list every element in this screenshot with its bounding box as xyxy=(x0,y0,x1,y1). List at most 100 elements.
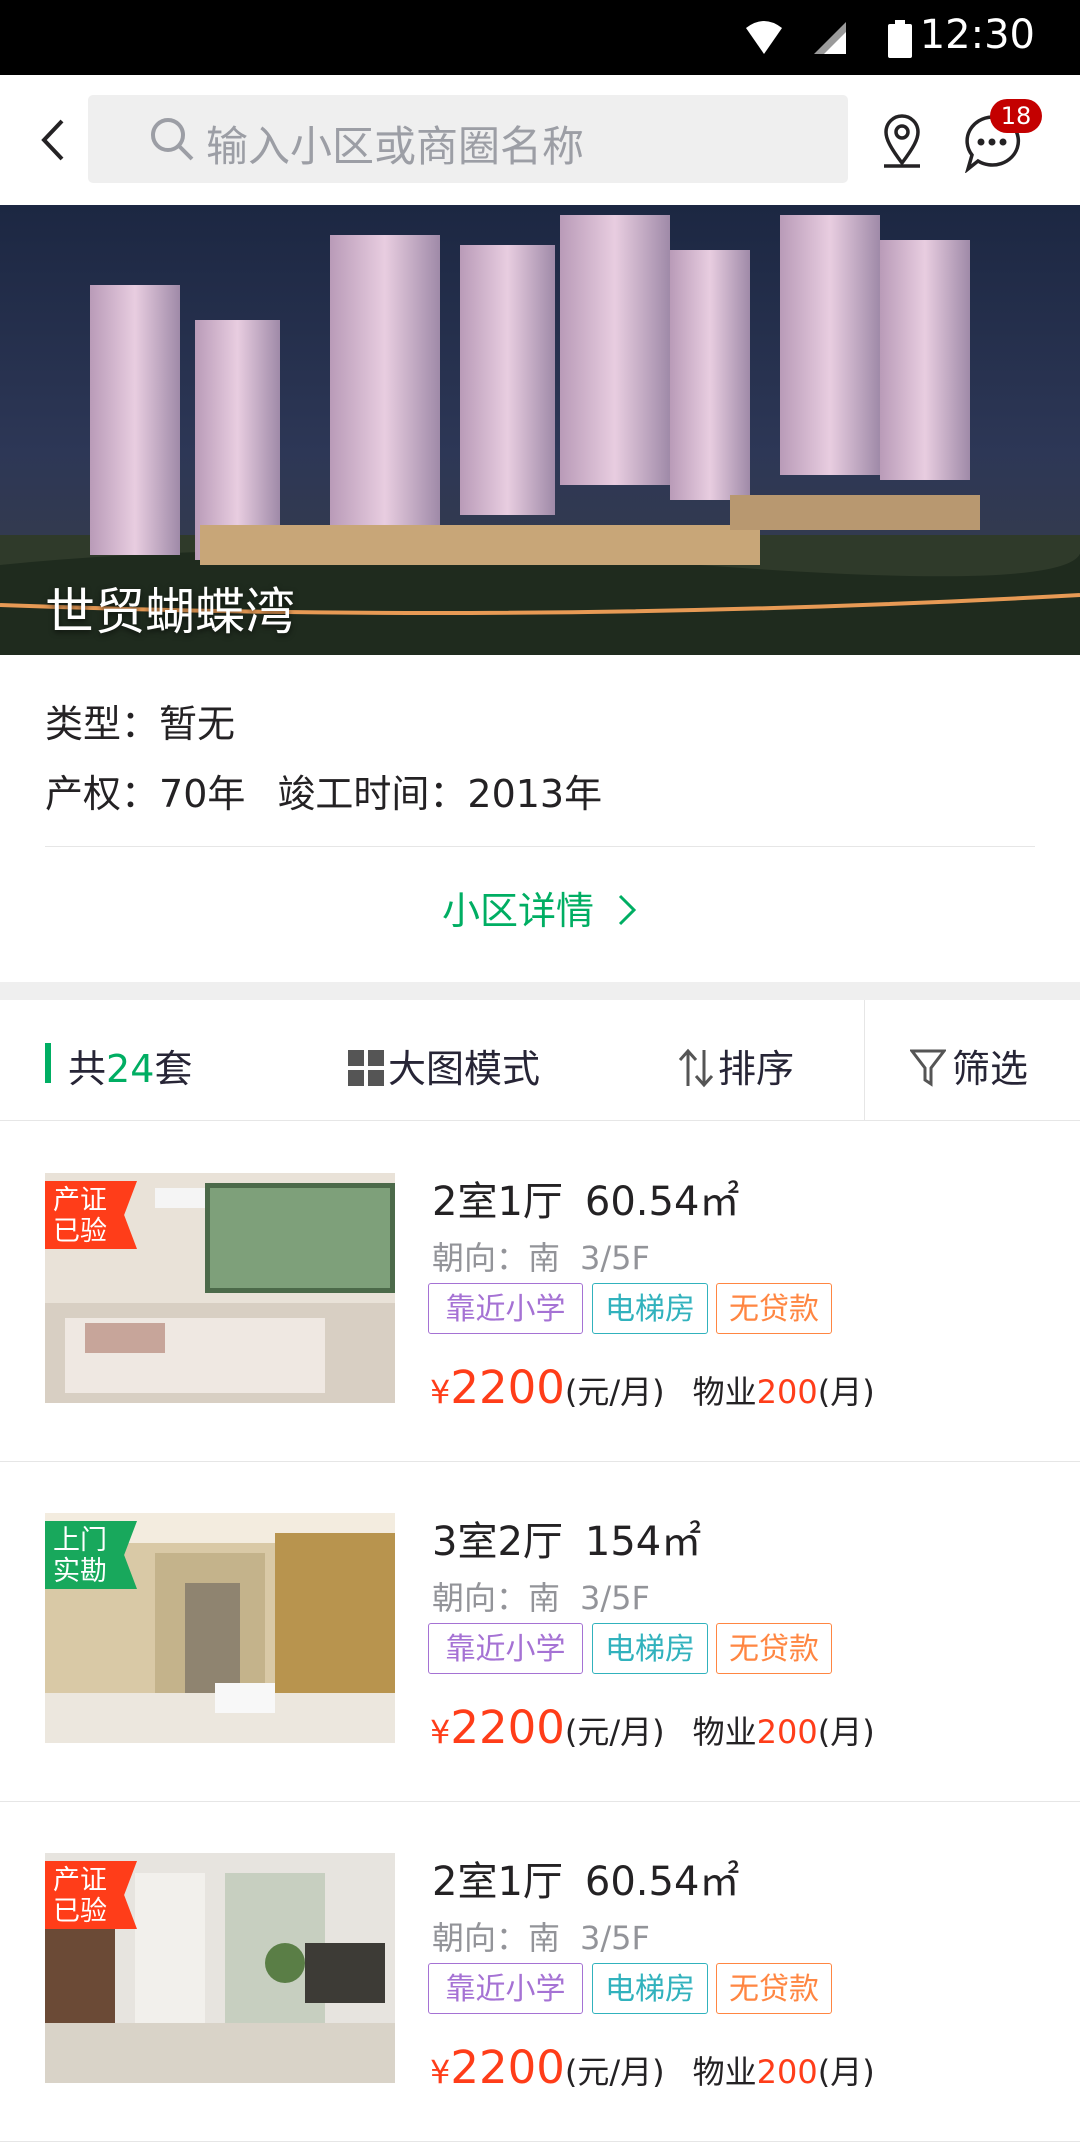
grid-icon xyxy=(348,1050,384,1086)
total-prefix: 共 xyxy=(68,1047,107,1091)
tag-near-school: 靠近小学 xyxy=(428,1283,583,1334)
tag-no-loan: 无贷款 xyxy=(716,1963,832,2014)
badge-text: 产证 已验 xyxy=(53,1865,107,1927)
tag-no-loan: 无贷款 xyxy=(716,1623,832,1674)
rights-label: 产权： xyxy=(45,772,160,816)
type-value: 暂无 xyxy=(159,702,236,746)
fee-value: 200 xyxy=(756,1373,818,1411)
listing-price: ¥2200(元/月) 物业200(月) xyxy=(430,2041,875,2094)
layout: 3室2厅 xyxy=(432,1519,563,1565)
clock: 12:30 xyxy=(919,12,1035,58)
top-bar: 输入小区或商圈名称 18 xyxy=(0,75,1080,205)
battery-icon xyxy=(888,20,912,58)
floor: 3/5F xyxy=(580,1579,650,1617)
price-value: 2200 xyxy=(450,2041,565,2094)
listing-photo: 产证 已验 xyxy=(45,1173,395,1403)
currency: ¥ xyxy=(430,1713,451,1751)
tag-near-school: 靠近小学 xyxy=(428,1963,583,2014)
sort-button[interactable]: 排序 xyxy=(678,1038,794,1093)
search-placeholder: 输入小区或商圈名称 xyxy=(206,122,585,171)
onsite-survey-badge: 上门 实勘 xyxy=(45,1521,137,1589)
type-row: 类型：暂无 xyxy=(45,693,235,748)
price-unit: (元/月) xyxy=(564,1373,665,1411)
layout: 2室1厅 xyxy=(432,1859,563,1905)
completion-label: 竣工时间： xyxy=(277,772,468,816)
area: 60.54㎡ xyxy=(584,1179,740,1225)
listing-title: 2室1厅 60.54㎡ xyxy=(432,1169,739,1227)
layout: 2室1厅 xyxy=(432,1179,563,1225)
facing: 朝向：南 xyxy=(432,1579,561,1617)
filter-label: 筛选 xyxy=(952,1047,1029,1091)
listing-price: ¥2200(元/月) 物业200(月) xyxy=(430,1701,875,1754)
grid-mode-button[interactable]: 大图模式 xyxy=(348,1038,540,1093)
currency: ¥ xyxy=(430,2053,451,2091)
tag-elevator: 电梯房 xyxy=(592,1623,708,1674)
location-pin-icon[interactable] xyxy=(880,113,924,169)
price-value: 2200 xyxy=(450,1701,565,1754)
chevron-right-icon xyxy=(618,894,637,926)
rights-value: 70年 xyxy=(159,772,246,816)
tag-no-loan: 无贷款 xyxy=(716,1283,832,1334)
fee-label: 物业 xyxy=(692,1373,757,1411)
divider xyxy=(45,846,1035,847)
back-arrow-icon[interactable] xyxy=(30,115,80,165)
badge-text: 上门 实勘 xyxy=(53,1525,107,1587)
price-value: 2200 xyxy=(450,1361,565,1414)
verified-deed-badge: 产证 已验 xyxy=(45,1861,137,1929)
listing-card[interactable]: 上门 实勘 3室2厅 154㎡ 朝向：南 3/5F 靠近小学 电梯房 无贷款 ¥22… xyxy=(0,1461,1080,1802)
fee-value: 200 xyxy=(756,1713,818,1751)
price-unit: (元/月) xyxy=(564,2053,665,2091)
fee-unit: (月) xyxy=(817,1373,875,1411)
filter-icon xyxy=(908,1049,948,1087)
search-icon xyxy=(151,118,194,161)
badge-text: 产证 已验 xyxy=(53,1185,107,1247)
fee-unit: (月) xyxy=(817,1713,875,1751)
estate-detail-label: 小区详情 xyxy=(441,889,594,933)
listing-card[interactable]: 产证 已验 2室1厅 60.54㎡ 朝向：南 3/5F 靠近小学 电梯房 无贷款 ¥… xyxy=(0,1121,1080,1462)
fee-value: 200 xyxy=(756,2053,818,2091)
sort-label: 排序 xyxy=(718,1047,795,1091)
estate-name: 世贸蝴蝶湾 xyxy=(45,583,295,641)
status-bar: 12:30 xyxy=(0,0,1080,75)
filter-button[interactable]: 筛选 xyxy=(908,1038,1029,1093)
fee-label: 物业 xyxy=(692,1713,757,1751)
total-suffix: 套 xyxy=(154,1047,193,1091)
listing-title: 2室1厅 60.54㎡ xyxy=(432,1849,739,1907)
fee-unit: (月) xyxy=(817,2053,875,2091)
area: 60.54㎡ xyxy=(584,1859,740,1905)
listing-facing: 朝向：南 3/5F xyxy=(432,1913,650,1959)
listing-title: 3室2厅 154㎡ xyxy=(432,1509,701,1567)
listing-card[interactable]: 产证 已验 2室1厅 60.54㎡ 朝向：南 3/5F 靠近小学 电梯房 无贷款 ¥… xyxy=(0,1801,1080,2142)
tag-elevator: 电梯房 xyxy=(592,1963,708,2014)
tag-elevator: 电梯房 xyxy=(592,1283,708,1334)
tag-near-school: 靠近小学 xyxy=(428,1623,583,1674)
floor: 3/5F xyxy=(580,1919,650,1957)
listing-facing: 朝向：南 3/5F xyxy=(432,1573,650,1619)
wifi-icon xyxy=(746,21,782,54)
rights-row: 产权：70年 竣工时间：2013年 xyxy=(45,763,602,818)
message-count-badge: 18 xyxy=(990,99,1042,133)
estate-detail-link[interactable]: 小区详情 xyxy=(0,880,1080,935)
verified-deed-badge: 产证 已验 xyxy=(45,1181,137,1249)
completion-value: 2013年 xyxy=(467,772,603,816)
listing-photo: 上门 实勘 xyxy=(45,1513,395,1743)
toolbar-separator xyxy=(864,1000,865,1120)
listing-facing: 朝向：南 3/5F xyxy=(432,1233,650,1279)
price-unit: (元/月) xyxy=(564,1713,665,1751)
listing-price: ¥2200(元/月) 物业200(月) xyxy=(430,1361,875,1414)
total-count: 共24套 xyxy=(68,1038,192,1093)
facing: 朝向：南 xyxy=(432,1239,561,1277)
search-input[interactable]: 输入小区或商圈名称 xyxy=(88,95,848,183)
fee-label: 物业 xyxy=(692,2053,757,2091)
currency: ¥ xyxy=(430,1373,451,1411)
accent-bar xyxy=(45,1043,51,1083)
grid-mode-label: 大图模式 xyxy=(388,1047,541,1091)
listing-photo: 产证 已验 xyxy=(45,1853,395,2083)
section-gap xyxy=(0,982,1080,1000)
type-label: 类型： xyxy=(45,702,160,746)
sort-icon xyxy=(678,1048,714,1088)
facing: 朝向：南 xyxy=(432,1919,561,1957)
total-number: 24 xyxy=(106,1047,155,1091)
signal-icon xyxy=(814,22,846,54)
area: 154㎡ xyxy=(584,1519,702,1565)
